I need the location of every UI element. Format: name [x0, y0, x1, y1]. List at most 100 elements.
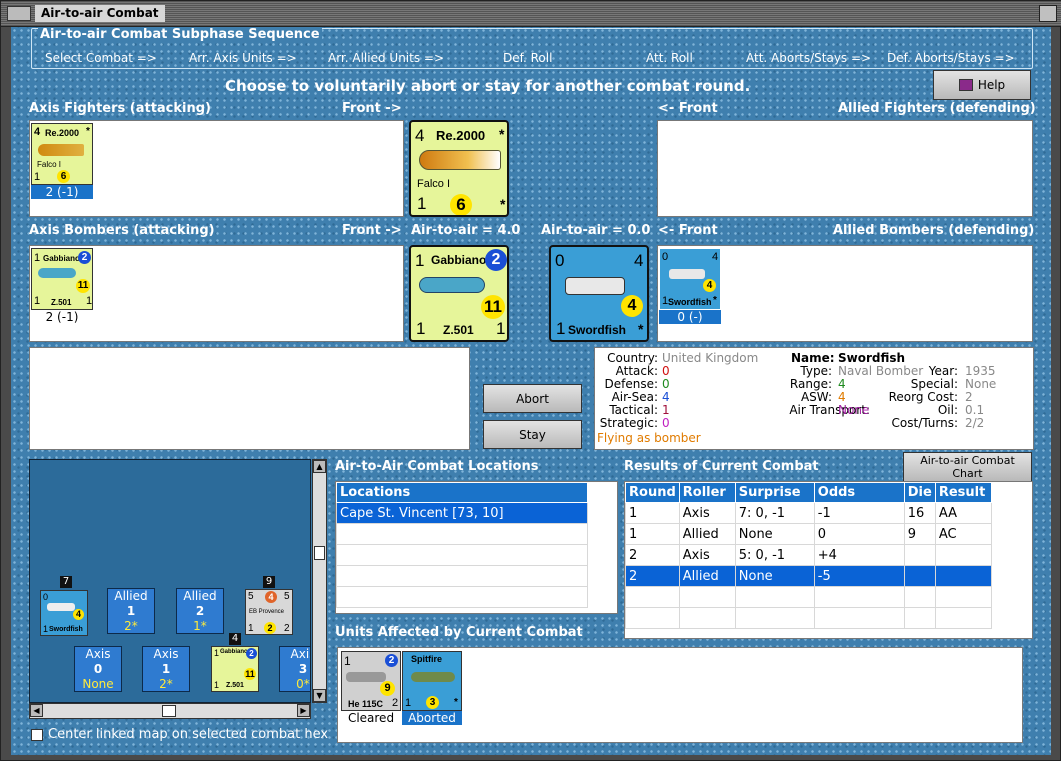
axis-box-1[interactable]: Axis 1 2*	[142, 646, 190, 692]
map-gabbiano-counter[interactable]: 1 Gabbiano 2 11 1 Z.501	[211, 646, 259, 692]
location-row[interactable]: Cape St. Vincent [73, 10]	[336, 502, 588, 524]
horizontal-scroll-thumb[interactable]	[162, 705, 176, 717]
location-row[interactable]	[336, 544, 588, 566]
left-value: 1	[344, 654, 351, 668]
spitfire-counter[interactable]: Spitfire 1 3 *	[402, 651, 462, 711]
close-icon[interactable]	[1039, 5, 1057, 22]
year-label: Year:	[928, 364, 958, 378]
box-side: Allied	[183, 589, 217, 603]
title-bar[interactable]: Air-to-air Combat	[1, 1, 1061, 27]
map-horizontal-scrollbar[interactable]: ◀ ▶	[29, 703, 311, 719]
allied-box-1[interactable]: Allied 1 2*	[107, 588, 155, 634]
locations-panel[interactable]: Locations Cape St. Vincent [73, 10]	[335, 481, 618, 614]
box-number: 2	[195, 604, 205, 618]
he115-counter[interactable]: 1 2 9 He 115C 2	[341, 651, 401, 711]
attack-value: 0	[662, 364, 670, 378]
scroll-up-icon[interactable]: ▲	[313, 460, 326, 473]
combat-hex-map[interactable]: 0 4 1 Swordfish 7 Allied 1 2* Allied 2 1…	[29, 459, 311, 703]
col-round: Round	[625, 482, 680, 503]
center-map-checkbox[interactable]	[31, 729, 43, 741]
cell	[813, 607, 905, 629]
help-book-icon	[958, 79, 973, 91]
star-mark: *	[86, 126, 90, 137]
result-row[interactable]	[625, 607, 992, 629]
allied-bomber-counter-large[interactable]: 0 4 4 1 Swordfish *	[549, 245, 649, 342]
cell	[903, 607, 936, 629]
name-value: Z.501	[51, 298, 72, 307]
box-side: Axis	[153, 647, 179, 661]
flying-status: Flying as bomber	[597, 431, 701, 445]
star-mark: *	[500, 196, 506, 212]
axis-bomber-counter-large[interactable]: 1 Gabbiano 2 11 1 Z.501 1	[409, 245, 509, 342]
allied-fighters-panel[interactable]	[657, 120, 1033, 217]
strength-circle: 4	[73, 609, 84, 620]
vertical-scroll-thumb[interactable]	[314, 546, 325, 560]
allied-bombers-panel[interactable]: 0 4 4 1 Swordfish * 0 (-)	[657, 245, 1033, 342]
cell: 16	[903, 502, 936, 524]
allied-bomber-counter-small[interactable]: 0 4 4 1 Swordfish *	[659, 248, 721, 310]
top-left-value: 5	[248, 591, 254, 602]
combat-chart-button[interactable]: Air-to-air Combat Chart	[903, 452, 1032, 482]
result-row[interactable]: 2 Allied None -5	[625, 565, 992, 587]
box-side: Axis	[85, 647, 111, 661]
allied-box-2[interactable]: Allied 2 1*	[176, 588, 224, 634]
strength-circle: 4	[621, 295, 643, 317]
name-value: Swordfish	[49, 626, 83, 633]
star-mark: *	[638, 321, 644, 337]
name-value: Spitfire	[411, 654, 443, 664]
front-right-label-2: Front ->	[342, 223, 402, 238]
strength-circle: 9	[380, 681, 395, 696]
abort-button[interactable]: Abort	[483, 384, 582, 413]
affected-title: Units Affected by Current Combat	[335, 625, 583, 640]
axis-fighters-panel[interactable]: 4 Re.2000 * Falco I 1 6 2 (-1)	[29, 120, 404, 217]
affected-panel[interactable]: 1 2 9 He 115C 2 Cleared Spitfire 1 3 * A…	[337, 647, 1023, 743]
cell: AA	[934, 502, 992, 524]
results-table: Round Roller Surprise Odds Die Result 1A…	[625, 482, 992, 629]
results-panel[interactable]: Round Roller Surprise Odds Die Result 1A…	[624, 481, 1033, 639]
strength-circle: 3	[426, 696, 439, 709]
fighter-counter-large[interactable]: 4 Re.2000 * Falco I 1 6 *	[409, 120, 509, 217]
bottom-right-value: 1	[86, 295, 93, 307]
bottom-left-value: 1	[43, 624, 49, 634]
sequence-title: Air-to-air Combat Subphase Sequence	[38, 27, 322, 42]
box-value: 2*	[159, 677, 173, 691]
result-row[interactable]: 1 Axis 7: 0, -1 -1 16 AA	[625, 502, 992, 524]
cell	[734, 586, 815, 608]
location-cell	[336, 544, 588, 566]
result-row[interactable]: 1 Allied None 0 9 AC	[625, 523, 992, 545]
scroll-right-icon[interactable]: ▶	[297, 704, 310, 717]
name-value: Swordfish	[568, 323, 627, 337]
seaplane-icon	[38, 268, 76, 278]
strength-circle: 11	[244, 668, 256, 680]
front-left-label: <- Front	[658, 101, 718, 116]
box-value: 1*	[193, 619, 207, 633]
tactical-label: Tactical:	[609, 403, 658, 417]
axis-bombers-panel[interactable]: 1 Gabbiano 2 11 1 Z.501 1 2 (-1)	[29, 245, 404, 342]
strength-circle: 2	[264, 622, 276, 634]
cell	[813, 586, 905, 608]
scroll-left-icon[interactable]: ◀	[30, 704, 43, 717]
help-button[interactable]: Help	[933, 70, 1031, 100]
bottom-right-value: 1	[496, 319, 506, 338]
location-row[interactable]	[336, 586, 588, 608]
axis-box-0[interactable]: Axis 0 None	[74, 646, 122, 692]
oil-label: Oil:	[937, 403, 958, 417]
location-row[interactable]	[336, 523, 588, 545]
location-cell: Cape St. Vincent [73, 10]	[336, 502, 588, 524]
window-menu-icon[interactable]	[7, 6, 31, 21]
axis-box-3[interactable]: Axis 3 0*	[279, 646, 310, 692]
map-ship-counter[interactable]: 5 4 5 EB Provence 1 2 2	[245, 589, 293, 635]
scroll-down-icon[interactable]: ▼	[313, 689, 326, 702]
cost-label: Cost/Turns:	[891, 416, 958, 430]
map-swordfish-counter[interactable]: 0 4 1 Swordfish	[40, 590, 88, 636]
map-vertical-scrollbar[interactable]: ▲ ▼	[312, 459, 327, 703]
location-row[interactable]	[336, 565, 588, 587]
axis-bomber-counter-small[interactable]: 1 Gabbiano 2 11 1 Z.501 1	[31, 248, 93, 310]
stay-button[interactable]: Stay	[483, 420, 582, 449]
fighter-counter-small[interactable]: 4 Re.2000 * Falco I 1 6	[31, 123, 93, 185]
type-value: Naval Bomber	[838, 364, 924, 378]
result-row[interactable]: 2 Axis 5: 0, -1 +4	[625, 544, 992, 566]
result-row[interactable]	[625, 586, 992, 608]
star-mark: *	[713, 295, 717, 306]
attack-label: Attack:	[615, 364, 658, 378]
